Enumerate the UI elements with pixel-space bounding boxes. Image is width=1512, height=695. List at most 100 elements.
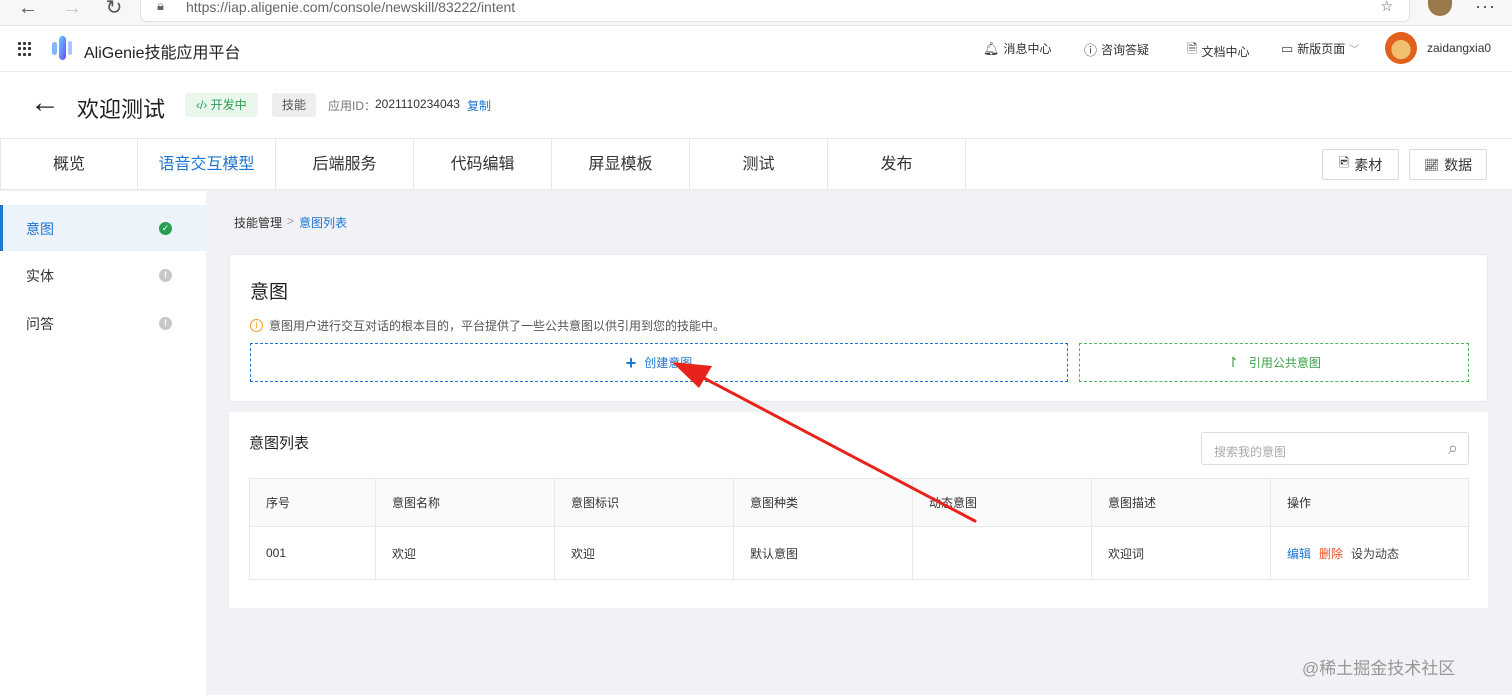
new-page-label: 新版页面 xyxy=(1297,42,1346,56)
column-header: 意图标识 xyxy=(555,479,734,526)
intent-table: 序号 意图名称 意图标识 意图种类 动态意图 意图描述 操作 001 欢迎 欢迎… xyxy=(249,478,1469,580)
docs-link[interactable]: 🗎 文档中心 xyxy=(1187,40,1249,62)
back-arrow-icon[interactable]: ← xyxy=(30,86,60,120)
apps-grid-icon[interactable] xyxy=(18,42,32,56)
tab-screen-template[interactable]: 屏显模板 xyxy=(552,139,690,190)
watermark: @稀土掘金技术社区 xyxy=(1302,659,1456,678)
sidebar-item-intent[interactable]: 意图 ✓ xyxy=(0,205,206,251)
page-title: 欢迎测试 xyxy=(77,97,166,122)
consult-label: 咨询答疑 xyxy=(1101,43,1150,57)
sidebar: 意图 ✓ 实体 ! 问答 ! xyxy=(0,191,206,695)
column-header: 意图名称 xyxy=(376,479,555,526)
tab-code-edit[interactable]: 代码编辑 xyxy=(414,139,552,190)
sidebar-item-qa[interactable]: 问答 ! xyxy=(0,300,206,346)
breadcrumb: 技能管理 > 意图列表 xyxy=(234,214,347,231)
more-icon[interactable]: ··· xyxy=(1475,0,1496,17)
skill-title-bar: ← 欢迎测试 ‹/› 开发中 技能 应用ID： 2021110234043 复制 xyxy=(0,72,1512,138)
app-id-label: 应用ID： xyxy=(328,99,377,113)
cell-desc: 欢迎词 xyxy=(1092,527,1271,579)
tab-test[interactable]: 测试 xyxy=(690,139,828,190)
cell-no: 001 xyxy=(250,527,376,579)
sidebar-item-label: 实体 xyxy=(26,268,54,284)
document-icon: 🗎 xyxy=(1187,41,1198,56)
bell-icon: 🔔︎ xyxy=(983,40,1000,56)
edit-link[interactable]: 编辑 xyxy=(1287,545,1311,562)
set-dynamic-link[interactable]: 设为动态 xyxy=(1351,545,1399,562)
image-icon: 🖻 xyxy=(1338,154,1350,170)
tab-voice-model[interactable]: 语音交互模型 xyxy=(138,139,276,190)
cell-kind: 默认意图 xyxy=(734,527,913,579)
new-page-link[interactable]: ▭ 新版页面 ﹀ xyxy=(1281,40,1359,57)
app-id-value: 2021110234043 xyxy=(375,97,460,111)
info-circle-icon: ! xyxy=(159,269,172,282)
back-icon[interactable]: ← xyxy=(16,0,40,22)
copy-link[interactable]: 复制 xyxy=(467,97,491,114)
docs-label: 文档中心 xyxy=(1201,44,1250,59)
breadcrumb-separator: > xyxy=(287,214,295,228)
tab-overview[interactable]: 概览 xyxy=(0,139,138,190)
chevron-down-icon: ﹀ xyxy=(1349,45,1360,56)
delete-link[interactable]: 删除 xyxy=(1319,545,1343,562)
status-badge-label: 开发中 xyxy=(210,98,247,112)
check-circle-icon: ✓ xyxy=(159,222,172,235)
status-badge: ‹/› 开发中 xyxy=(185,93,258,117)
url-text: https://iap.aligenie.com/console/newskil… xyxy=(186,0,516,15)
app-header: AliGenie技能应用平台 🔔︎ 消息中心 ⓘ 咨询答疑 🗎 文档中心 ▭ 新… xyxy=(0,26,1512,72)
brand-name: AliGenie技能应用平台 xyxy=(84,45,241,62)
main-tabs: 概览 语音交互模型 后端服务 代码编辑 屏显模板 测试 发布 🖻 素材 📈︎ 数… xyxy=(0,138,1512,190)
question-icon: ⓘ xyxy=(1084,43,1098,58)
tab-publish[interactable]: 发布 xyxy=(828,139,966,190)
cell-dynamic xyxy=(913,527,1092,579)
chart-icon: 📈︎ xyxy=(1423,157,1440,172)
aligenie-logo-icon xyxy=(52,36,72,60)
table-header-row: 序号 意图名称 意图标识 意图种类 动态意图 意图描述 操作 xyxy=(250,479,1468,527)
cell-id: 欢迎 xyxy=(555,527,734,579)
message-center-link[interactable]: 🔔︎ 消息中心 xyxy=(983,40,1052,57)
sidebar-item-label: 意图 xyxy=(26,221,54,237)
cell-name: 欢迎 xyxy=(376,527,555,579)
search-placeholder: 搜索我的意图 xyxy=(1214,445,1287,459)
intent-list-title: 意图列表 xyxy=(249,435,310,452)
assets-button[interactable]: 🖻 素材 xyxy=(1322,149,1399,180)
intent-card: 意图 i 意图用户进行交互对话的根本目的，平台提供了一些公共意图以供引用到您的技… xyxy=(229,254,1488,402)
column-header: 操作 xyxy=(1287,496,1312,510)
intent-card-title: 意图 xyxy=(250,282,289,303)
breadcrumb-parent[interactable]: 技能管理 xyxy=(234,214,282,231)
reference-icon: ↾ xyxy=(1227,354,1239,370)
browser-toolbar: ← → ↻ 🔒︎ https://iap.aligenie.com/consol… xyxy=(0,0,1512,26)
info-icon: i xyxy=(250,319,263,332)
sidebar-item-label: 问答 xyxy=(26,316,54,332)
tab-backend[interactable]: 后端服务 xyxy=(276,139,414,190)
window-icon: ▭ xyxy=(1281,40,1294,56)
type-badge: 技能 xyxy=(272,93,317,117)
address-bar[interactable]: 🔒︎ https://iap.aligenie.com/console/news… xyxy=(140,0,1410,22)
intent-tip-text: 意图用户进行交互对话的根本目的，平台提供了一些公共意图以供引用到您的技能中。 xyxy=(269,319,726,333)
plus-icon: + xyxy=(625,352,637,373)
create-intent-label: 创建意图 xyxy=(644,356,693,370)
reference-public-intent-button[interactable]: ↾ 引用公共意图 xyxy=(1079,343,1469,382)
browser-profile-icon[interactable] xyxy=(1428,0,1452,16)
assets-label: 素材 xyxy=(1354,156,1383,173)
sidebar-item-entity[interactable]: 实体 ! xyxy=(0,252,206,298)
avatar[interactable] xyxy=(1385,32,1417,64)
create-intent-button[interactable]: + 创建意图 xyxy=(250,343,1068,382)
message-center-label: 消息中心 xyxy=(1003,42,1052,56)
consult-link[interactable]: ⓘ 咨询答疑 xyxy=(1084,40,1149,59)
code-icon: ‹/› xyxy=(196,98,208,112)
reload-icon[interactable]: ↻ xyxy=(102,0,126,22)
column-header: 意图描述 xyxy=(1092,479,1271,526)
intent-list-card: 意图列表 搜索我的意图 ⌕ 序号 意图名称 意图标识 意图种类 动态意图 意图描… xyxy=(229,412,1488,608)
reference-public-intent-label: 引用公共意图 xyxy=(1248,356,1321,370)
username[interactable]: zaidangxia0 xyxy=(1427,41,1491,55)
search-icon[interactable]: ⌕ xyxy=(1448,438,1458,459)
lock-icon: 🔒︎ xyxy=(157,0,164,13)
cell-actions: 编辑 删除 设为动态 xyxy=(1271,527,1468,579)
table-row: 001 欢迎 欢迎 默认意图 欢迎词 编辑 删除 设为动态 xyxy=(250,527,1468,579)
forward-icon[interactable]: → xyxy=(60,0,84,22)
favorites-icon[interactable]: ☆ xyxy=(1380,0,1393,15)
breadcrumb-current: 意图列表 xyxy=(299,216,348,230)
column-header: 意图种类 xyxy=(734,479,913,526)
column-header: 序号 xyxy=(250,479,376,526)
search-input[interactable]: 搜索我的意图 ⌕ xyxy=(1201,432,1469,465)
data-button[interactable]: 📈︎ 数据 xyxy=(1409,149,1487,180)
